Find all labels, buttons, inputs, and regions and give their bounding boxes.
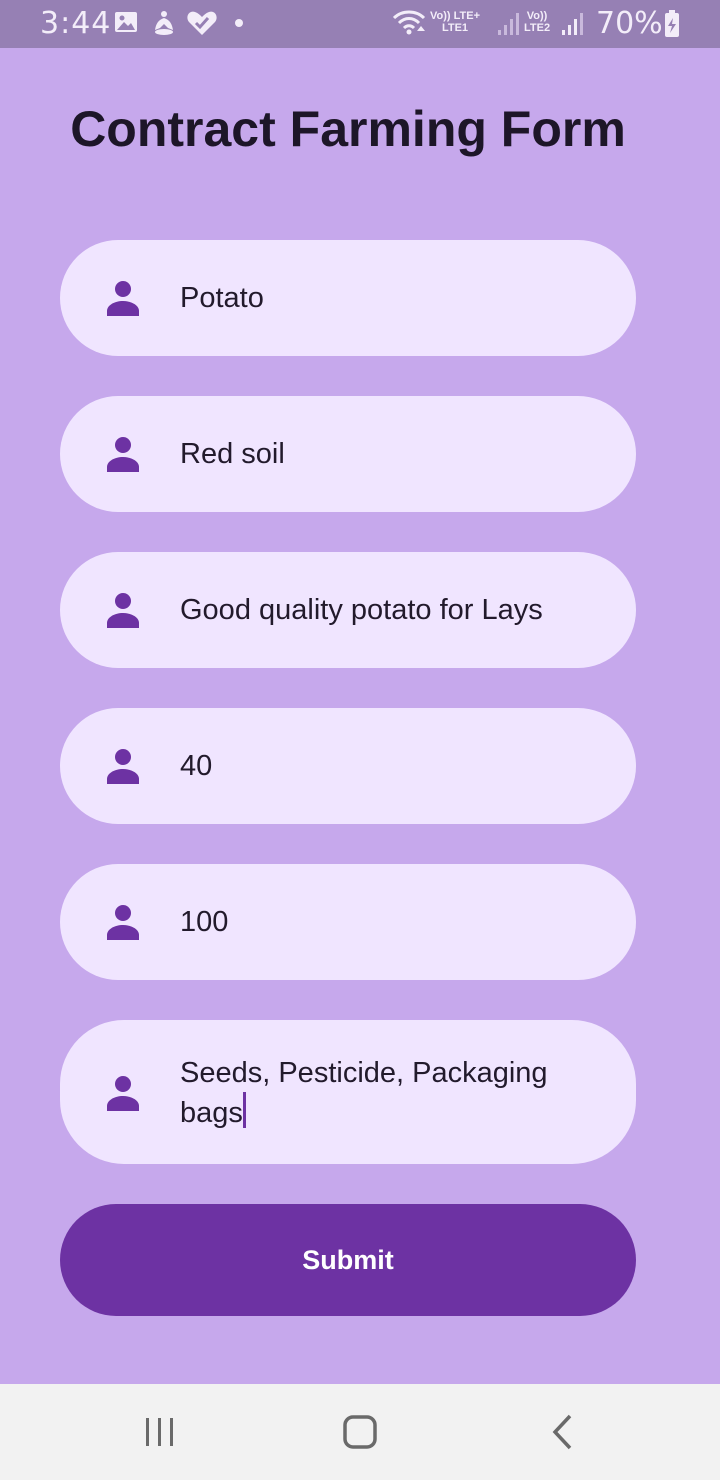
price-field[interactable]: 100 — [60, 864, 636, 980]
field-value: Red soil — [180, 438, 285, 470]
field-value: Seeds, Pesticide, Packaging bags — [180, 1054, 586, 1132]
soil-type-field[interactable]: Red soil — [60, 396, 636, 512]
sim1-label-top: Vo)) LTE+ — [430, 10, 481, 22]
sim1-network: Vo)) LTE+ LTE1 — [430, 10, 480, 34]
gallery-icon — [115, 12, 137, 32]
wifi-icon — [392, 10, 426, 35]
submit-button[interactable]: Submit — [60, 1204, 636, 1316]
status-time: 3:44 — [40, 6, 112, 41]
page-title: Contract Farming Form — [70, 101, 626, 157]
home-icon[interactable] — [340, 1412, 380, 1452]
back-icon[interactable] — [542, 1412, 582, 1452]
field-value-line: Seeds, Pesticide, Packaging — [180, 1057, 548, 1089]
battery-percent: 70% — [596, 6, 663, 41]
person-icon — [107, 593, 139, 628]
person-icon — [107, 749, 139, 784]
person-icon — [107, 1076, 139, 1111]
status-bar: 3:44 Vo)) LTE+ LTE1 Vo)) LTE2 70% — [0, 0, 720, 48]
field-value-line-last: bags — [180, 1092, 586, 1132]
quantity-field[interactable]: 40 — [60, 708, 636, 824]
signal-icon — [498, 13, 519, 35]
text-cursor — [242, 1092, 246, 1128]
field-value: 100 — [180, 906, 229, 938]
heart-icon — [187, 11, 217, 35]
field-value: Good quality potato for Lays — [180, 594, 543, 626]
person-icon — [107, 437, 139, 472]
requirements-field[interactable]: Seeds, Pesticide, Packaging bags — [60, 1020, 636, 1164]
person-icon — [107, 281, 139, 316]
sim2-label-top: Vo)) — [526, 10, 548, 22]
sim2-network: Vo)) LTE2 — [524, 10, 550, 34]
field-value-text: bags — [180, 1097, 243, 1129]
person-icon — [107, 905, 139, 940]
navigation-bar — [0, 1384, 720, 1480]
crop-name-field[interactable]: Potato — [60, 240, 636, 356]
battery-icon — [665, 10, 679, 37]
signal-icon — [562, 13, 583, 35]
field-value: 40 — [180, 750, 213, 782]
description-field[interactable]: Good quality potato for Lays — [60, 552, 636, 668]
dot-icon — [235, 19, 243, 27]
recent-apps-icon[interactable] — [140, 1412, 180, 1452]
field-value: Potato — [180, 282, 264, 314]
sim1-label-bottom: LTE1 — [441, 22, 469, 34]
yoga-icon — [155, 11, 173, 35]
sim2-label-bottom: LTE2 — [524, 22, 551, 34]
